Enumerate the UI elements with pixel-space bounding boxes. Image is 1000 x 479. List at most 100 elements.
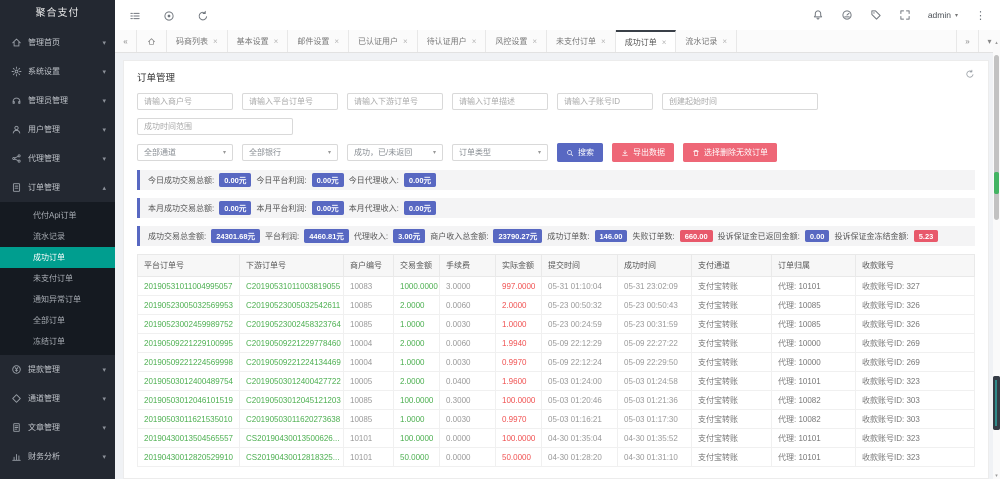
sidebar-item-finance-analysis[interactable]: 财务分析▾ <box>0 442 115 471</box>
close-icon[interactable]: × <box>532 37 537 46</box>
tab-risk-settings[interactable]: 风控设置× <box>486 30 547 52</box>
table-row: 20190509221229100995C2019050922122977846… <box>138 334 975 353</box>
cell-downstream-order-no[interactable]: C20190509221229778460 <box>240 334 344 353</box>
cell-downstream-order-no[interactable]: C20190503012400427722 <box>240 372 344 391</box>
sidebar-item-withdraw-manage[interactable]: 提款管理▾ <box>0 355 115 384</box>
sidebar-item-agent-manage[interactable]: 代理管理▾ <box>0 144 115 173</box>
chevron-down-icon: ▾ <box>538 149 541 156</box>
scrollbar[interactable]: ▴ ▾ <box>993 40 1000 479</box>
sidebar-subitem-flow-records[interactable]: 流水记录 <box>0 226 115 247</box>
cell-platform-order-no[interactable]: 20190531011004995057 <box>138 277 240 296</box>
downstream-order-no-input[interactable] <box>347 93 443 110</box>
close-icon[interactable]: × <box>213 37 218 46</box>
close-icon[interactable]: × <box>334 37 339 46</box>
cell-platform-order-no[interactable]: 20190430012820529910 <box>138 448 240 467</box>
sidebar-subitem-all-orders[interactable]: 全部订单 <box>0 310 115 331</box>
cell-platform-order-no[interactable]: 20190523002459989752 <box>138 315 240 334</box>
sidebar-item-user-manage[interactable]: 用户管理▾ <box>0 115 115 144</box>
cell-downstream-order-no[interactable]: C20190503012045121203 <box>240 391 344 410</box>
tag-icon[interactable] <box>870 9 882 21</box>
tabs-scroll-right-button[interactable]: » <box>956 30 978 52</box>
sidebar-subitem-unpaid-orders[interactable]: 未支付订单 <box>0 268 115 289</box>
sidebar-item-channel-manage[interactable]: 通道管理▾ <box>0 384 115 413</box>
stat-label: 平台利润: <box>265 231 299 242</box>
sub-account-id-input[interactable] <box>557 93 653 110</box>
gauge-icon[interactable] <box>841 9 853 21</box>
chevron-down-icon: ▾ <box>102 68 106 76</box>
order-type-select[interactable]: 订单类型▾ <box>452 144 548 161</box>
sidebar-subitem-notify-error-orders[interactable]: 通知异常订单 <box>0 289 115 310</box>
refresh-icon <box>197 9 209 21</box>
cell-downstream-order-no[interactable]: C20190523005032542611 <box>240 296 344 315</box>
scrollbar-down-arrow-icon[interactable]: ▾ <box>993 473 1000 479</box>
topbar: admin ▾ ⋮ <box>115 0 1000 30</box>
status-select[interactable]: 成功，已/未返回▾ <box>347 144 443 161</box>
sidebar-item-article-manage[interactable]: 文章管理▾ <box>0 413 115 442</box>
close-icon[interactable]: × <box>403 37 408 46</box>
tab-home[interactable] <box>137 30 167 52</box>
cell-platform-order-no[interactable]: 20190509221224569998 <box>138 353 240 372</box>
cell-platform-order-no[interactable]: 20190503012400489754 <box>138 372 240 391</box>
card-refresh-icon[interactable] <box>965 69 975 79</box>
col-amount: 交易金额 <box>394 255 440 277</box>
cell-platform-order-no[interactable]: 20190509221229100995 <box>138 334 240 353</box>
tab-unpaid-orders[interactable]: 未支付订单× <box>547 30 616 52</box>
create-start-time-input[interactable] <box>662 93 818 110</box>
sidebar-item-admin-manage[interactable]: 管理员管理▾ <box>0 86 115 115</box>
channel-select[interactable]: 全部通道▾ <box>137 144 233 161</box>
cell-platform-order-no[interactable]: 20190503011621535010 <box>138 410 240 429</box>
export-data-button[interactable]: 导出数据 <box>612 143 674 162</box>
delete-invalid-orders-button[interactable]: 选择删除无效订单 <box>683 143 777 162</box>
cell-platform-order-no[interactable]: 20190503012046101519 <box>138 391 240 410</box>
sidebar-item-system-settings[interactable]: 系统设置▾ <box>0 57 115 86</box>
merchant-no-input[interactable] <box>137 93 233 110</box>
kebab-menu-icon[interactable]: ⋮ <box>975 9 986 22</box>
sidebar-item-order-manage[interactable]: 订单管理▴ <box>0 173 115 202</box>
sidebar-subitem-frozen-orders[interactable]: 冻结订单 <box>0 331 115 352</box>
globe-icon <box>163 9 175 21</box>
tab-pending-users[interactable]: 待认证用户× <box>418 30 487 52</box>
close-icon[interactable]: × <box>274 37 279 46</box>
content-area: 订单管理 全部通道▾全部银行▾成功，已/未返回▾订单类型▾ 搜索 导出数据 <box>115 53 1000 479</box>
close-icon[interactable]: × <box>601 37 606 46</box>
cell-downstream-order-no[interactable]: CS20190430012818325... <box>240 448 344 467</box>
user-menu[interactable]: admin ▾ <box>928 10 958 20</box>
cell-downstream-order-no[interactable]: C20190531011003819055 <box>240 277 344 296</box>
close-icon[interactable]: × <box>472 37 477 46</box>
tab-basic-settings[interactable]: 基本设置× <box>228 30 289 52</box>
table-row: 20190523002459989752C2019052300245832376… <box>138 315 975 334</box>
search-button[interactable]: 搜索 <box>557 143 603 162</box>
cell-success-time: 05-03 01:21:36 <box>618 391 692 410</box>
cell-downstream-order-no[interactable]: CS20190430013500626... <box>240 429 344 448</box>
table-row: 20190503011621535010C2019050301162027363… <box>138 410 975 429</box>
scrollbar-thumb[interactable] <box>994 55 999 220</box>
sidebar-subitem-api-pay-orders[interactable]: 代付Api订单 <box>0 205 115 226</box>
fullscreen-icon[interactable] <box>899 9 911 21</box>
tab-merchant-list[interactable]: 码商列表× <box>167 30 228 52</box>
cell-downstream-order-no[interactable]: C20190523002458323764 <box>240 315 344 334</box>
tab-mail-settings[interactable]: 邮件设置× <box>288 30 349 52</box>
tab-verified-users[interactable]: 已认证用户× <box>349 30 418 52</box>
success-time-range-input[interactable] <box>137 118 293 135</box>
tab-success-orders[interactable]: 成功订单× <box>616 30 677 52</box>
cell-downstream-order-no[interactable]: C20190509221224134469 <box>240 353 344 372</box>
close-icon[interactable]: × <box>722 37 727 46</box>
sidebar-item-home[interactable]: 管理首页▾ <box>0 28 115 57</box>
tabs-scroll-left-button[interactable]: « <box>115 30 137 52</box>
cell-downstream-order-no[interactable]: C20190503011620273638 <box>240 410 344 429</box>
order-desc-input[interactable] <box>452 93 548 110</box>
scrollbar-up-arrow-icon[interactable]: ▴ <box>993 40 1000 46</box>
stat-label: 投诉保证金冻结金额: <box>834 231 908 242</box>
sidebar-subitem-success-orders[interactable]: 成功订单 <box>0 247 115 268</box>
platform-order-no-input[interactable] <box>242 93 338 110</box>
cell-actual-amount: 0.9970 <box>496 410 542 429</box>
tab-flow-records[interactable]: 流水记录× <box>676 30 737 52</box>
close-icon[interactable]: × <box>662 38 667 47</box>
cell-platform-order-no[interactable]: 20190523005032569953 <box>138 296 240 315</box>
filter-selects-row: 全部通道▾ 全部银行▾ 成功，已/未返回▾ 订单类型▾ 搜索 导出数据 选择删除无效订… <box>137 143 975 162</box>
bank-select[interactable]: 全部银行▾ <box>242 144 338 161</box>
cell-platform-order-no[interactable]: 20190430013504565557 <box>138 429 240 448</box>
cell-actual-amount: 2.0000 <box>496 296 542 315</box>
bell-icon[interactable] <box>812 9 824 21</box>
order-icon <box>11 182 22 193</box>
